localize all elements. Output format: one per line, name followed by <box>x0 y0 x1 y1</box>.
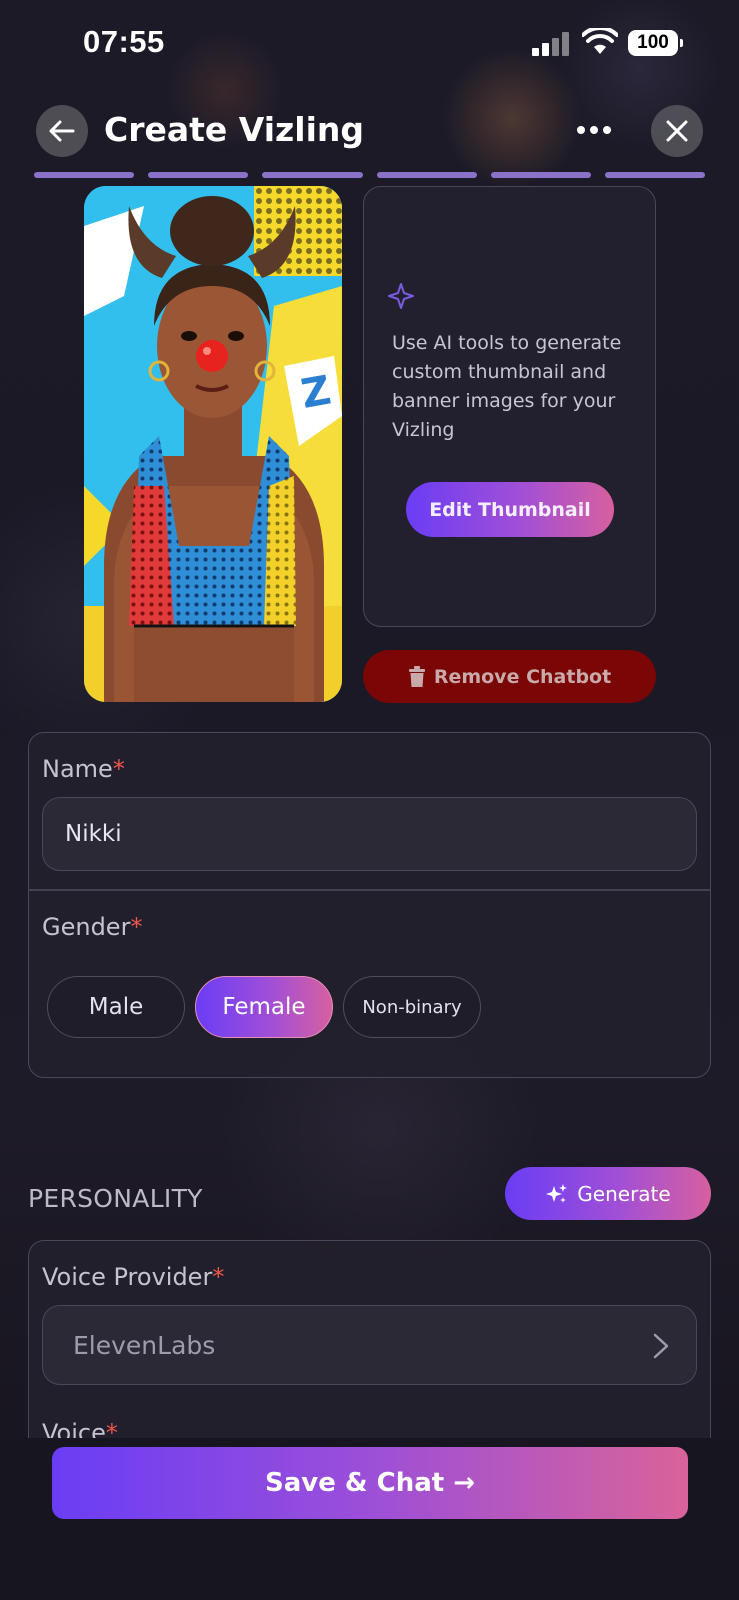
save-and-chat-button[interactable]: Save & Chat → <box>52 1447 688 1519</box>
page-title: Create Vizling <box>104 110 365 149</box>
voice-provider-label-text: Voice Provider <box>42 1263 213 1291</box>
trash-icon <box>408 665 425 687</box>
sparkles-icon <box>546 1183 568 1203</box>
basic-info-card: Name* Nikki Gender* Male Female Non-bina… <box>28 732 711 1078</box>
voice-provider-select[interactable]: ElevenLabs <box>42 1305 697 1385</box>
more-options-button[interactable] <box>572 114 616 146</box>
battery-indicator: 100 <box>628 30 683 56</box>
progress-step <box>604 172 706 178</box>
generate-label: Generate <box>577 1181 671 1206</box>
progress-step <box>148 172 249 178</box>
status-time: 07:55 <box>83 24 165 59</box>
more-dots-icon <box>577 126 585 134</box>
arrow-left-icon <box>49 120 75 142</box>
gender-option-non-binary[interactable]: Non-binary <box>343 976 481 1038</box>
chevron-right-icon <box>653 1333 669 1359</box>
thumbnail-ai-card: Use AI tools to generate custom thumbnai… <box>363 186 656 627</box>
voice-provider-label: Voice Provider* <box>42 1263 224 1291</box>
name-label-text: Name <box>42 755 113 783</box>
back-button[interactable] <box>36 105 88 157</box>
name-label: Name* <box>42 755 125 783</box>
remove-chatbot-button[interactable]: Remove Chatbot <box>363 650 656 703</box>
progress-step <box>262 172 363 178</box>
thumbnail-ai-description: Use AI tools to generate custom thumbnai… <box>392 332 622 441</box>
sparkle-icon <box>388 283 414 309</box>
required-mark: * <box>130 913 143 941</box>
progress-step <box>490 172 591 178</box>
more-dot <box>603 126 611 134</box>
gender-label-text: Gender <box>42 913 131 941</box>
gender-option-male[interactable]: Male <box>47 976 185 1038</box>
close-button[interactable] <box>651 105 703 157</box>
battery-level: 100 <box>637 32 669 53</box>
divider <box>29 889 710 891</box>
personality-heading: PERSONALITY <box>28 1184 203 1213</box>
voice-provider-value: ElevenLabs <box>73 1330 216 1360</box>
gender-option-female[interactable]: Female <box>195 976 333 1038</box>
progress-step <box>376 172 477 178</box>
close-icon <box>666 120 688 142</box>
wifi-icon <box>582 28 618 54</box>
avatar-illustration: Z <box>84 186 342 702</box>
avatar-thumbnail[interactable]: Z <box>84 186 342 702</box>
name-input[interactable]: Nikki <box>42 797 697 871</box>
generate-button[interactable]: Generate <box>505 1167 711 1220</box>
step-progress-bar <box>34 172 706 178</box>
edit-thumbnail-button[interactable]: Edit Thumbnail <box>406 482 614 537</box>
more-dot <box>590 126 598 134</box>
required-mark: * <box>112 755 125 783</box>
remove-chatbot-label: Remove Chatbot <box>433 665 612 688</box>
status-bar: 07:55 100 <box>0 0 739 90</box>
progress-step <box>34 172 135 178</box>
required-mark: * <box>212 1263 225 1291</box>
gender-label: Gender* <box>42 913 142 941</box>
cellular-signal-icon <box>532 32 572 56</box>
